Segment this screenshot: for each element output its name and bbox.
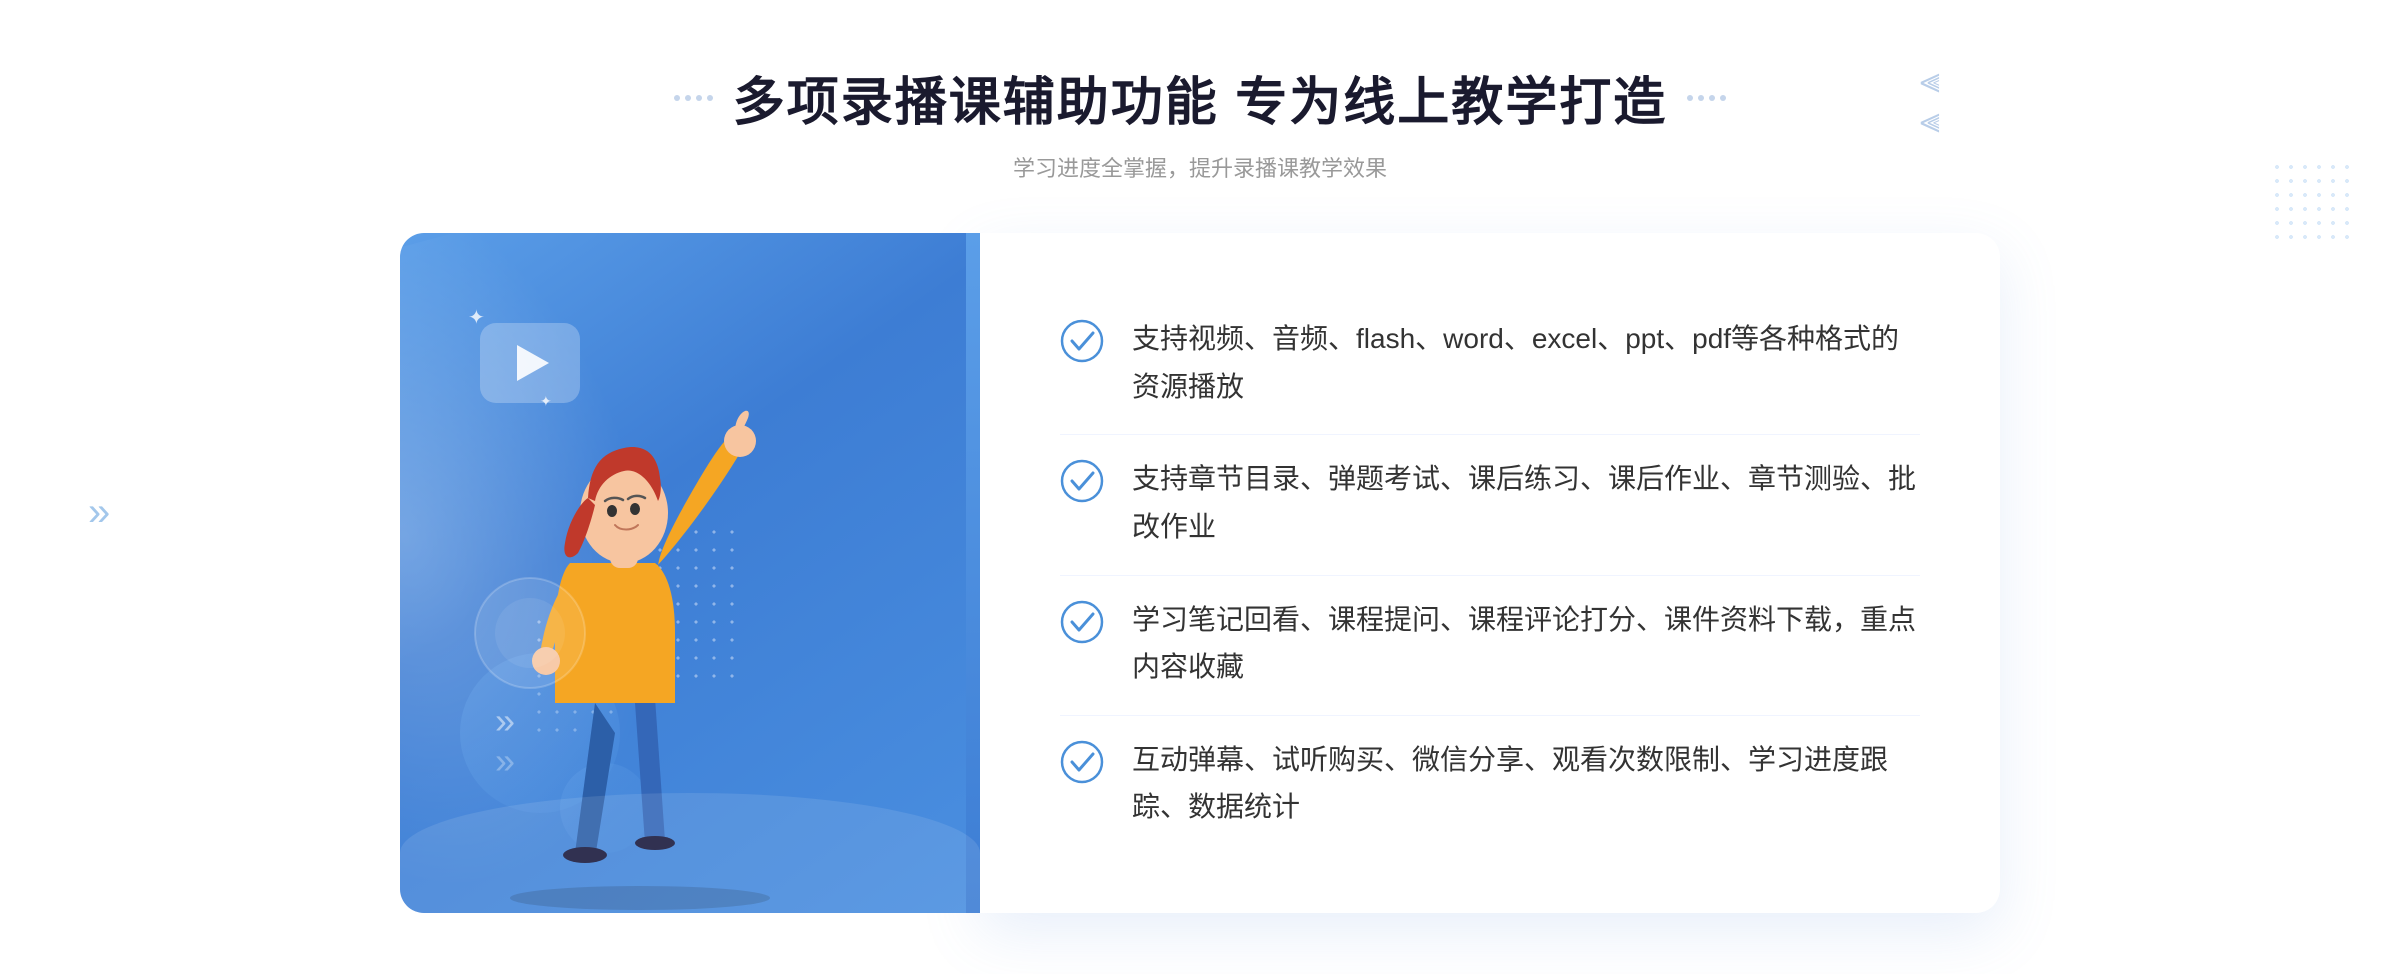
feature-text-2: 支持章节目录、弹题考试、课后练习、课后作业、章节测验、批改作业 [1132,455,1920,550]
wave-decoration [400,793,980,913]
dot [1720,95,1726,101]
dot [696,95,702,101]
vertical-bar-decoration [966,233,980,913]
header-dots-right [1687,95,1726,101]
svg-text:»: » [495,740,515,781]
chevron-left-icon: » [88,490,110,535]
dot [685,95,691,101]
content-area: ✦ ✦ [400,233,2000,913]
dot [1698,95,1704,101]
decorative-arrows-top [1920,60,1940,139]
dot [674,95,680,101]
dot-grid-right [2270,160,2350,240]
subtitle: 学习进度全掌握，提升录播课教学效果 [674,151,1726,183]
dot [707,95,713,101]
dot [1687,95,1693,101]
check-circle-icon-3 [1060,600,1104,644]
features-card: 支持视频、音频、flash、word、excel、ppt、pdf等各种格式的资源… [980,233,2000,913]
header-dots-left [674,95,713,101]
check-circle-icon-2 [1060,459,1104,503]
svg-text:»: » [495,700,515,741]
check-circle-icon-1 [1060,319,1104,363]
feature-item-3: 学习笔记回看、课程提问、课程评论打分、课件资料下载，重点内容收藏 [1060,575,1920,711]
dot [1709,95,1715,101]
feature-item-4: 互动弹幕、试听购买、微信分享、观看次数限制、学习进度跟踪、数据统计 [1060,715,1920,851]
main-title: 多项录播课辅助功能 专为线上教学打造 [733,60,1667,135]
header-decorators: 多项录播课辅助功能 专为线上教学打造 [674,60,1726,135]
check-circle-icon-4 [1060,740,1104,784]
feature-text-4: 互动弹幕、试听购买、微信分享、观看次数限制、学习进度跟踪、数据统计 [1132,736,1920,831]
feature-item-2: 支持章节目录、弹题考试、课后练习、课后作业、章节测验、批改作业 [1060,434,1920,570]
illustration-card: ✦ ✦ [400,233,980,913]
header-section: 多项录播课辅助功能 专为线上教学打造 学习进度全掌握，提升录播课教学效果 [674,60,1726,183]
feature-item-1: 支持视频、音频、flash、word、excel、ppt、pdf等各种格式的资源… [1060,295,1920,430]
feature-text-1: 支持视频、音频、flash、word、excel、ppt、pdf等各种格式的资源… [1132,315,1920,410]
feature-text-3: 学习笔记回看、课程提问、课程评论打分、课件资料下载，重点内容收藏 [1132,596,1920,691]
page-wrapper: » 多项录播课辅助功能 专为线上教学打造 学习进度全掌握，提升录播课教学效果 [0,0,2400,974]
